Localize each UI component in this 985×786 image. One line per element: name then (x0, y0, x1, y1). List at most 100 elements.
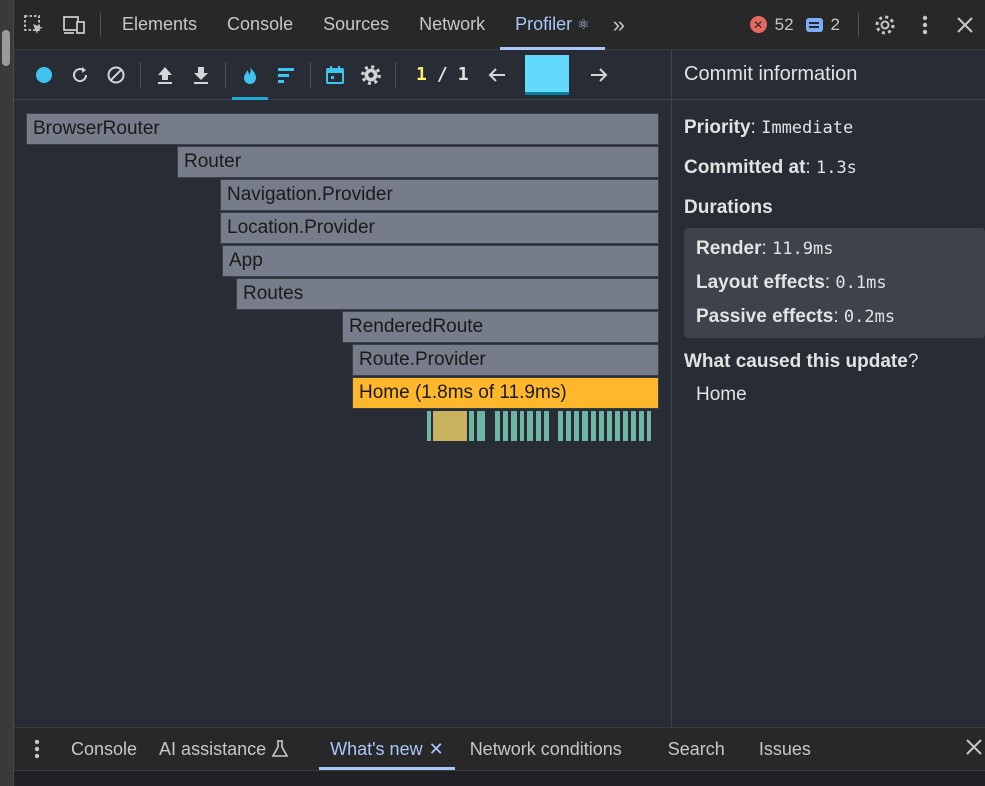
child-strip[interactable] (599, 411, 604, 441)
close-icon (957, 16, 973, 33)
child-strip[interactable] (558, 411, 563, 441)
inspect-element-button[interactable] (14, 0, 54, 50)
commit-bar[interactable] (524, 54, 569, 95)
close-tab-icon[interactable]: ✕ (429, 739, 444, 760)
tab-profiler-label: Profiler (515, 14, 573, 34)
render-value: 11.9ms (772, 239, 834, 259)
devtools-tab-bar: Elements Console Sources Network Profile… (14, 0, 985, 50)
child-strip[interactable] (591, 411, 596, 441)
save-profile-button[interactable] (183, 50, 219, 100)
tab-network[interactable]: Network (404, 0, 500, 50)
child-strip[interactable] (615, 411, 620, 441)
commit-info-title: Commit information (672, 50, 985, 100)
commit-info-panel: Commit information Priority: Immediate C… (672, 50, 985, 727)
flame-node-rendered-route[interactable]: RenderedRoute (342, 311, 659, 343)
device-icon (63, 15, 85, 34)
record-button[interactable] (26, 50, 62, 100)
flame-node-router[interactable]: Router (177, 146, 659, 178)
flame-node-route-provider[interactable]: Route.Provider (352, 344, 659, 376)
gear-icon (361, 64, 381, 85)
ranked-view-button[interactable] (268, 50, 304, 100)
more-tabs-button[interactable]: » (605, 12, 633, 38)
block-icon (107, 66, 125, 83)
kebab-menu-icon (922, 15, 928, 34)
load-profile-button[interactable] (147, 50, 183, 100)
drawer-tab-search[interactable]: Search (657, 728, 736, 770)
update-cause-component[interactable]: Home (672, 384, 985, 406)
child-strip[interactable] (511, 411, 517, 441)
calendar-icon (326, 65, 344, 84)
separator (395, 61, 396, 88)
flame-node-home[interactable]: Home (1.8ms of 11.9ms) (352, 377, 659, 409)
next-commit-button[interactable] (581, 50, 617, 100)
separator (310, 61, 311, 88)
committed-at-label: Committed at (684, 157, 806, 178)
timeline-view-button[interactable] (317, 50, 353, 100)
child-strip[interactable] (647, 411, 651, 441)
tab-profiler[interactable]: Profiler ⚛ (500, 0, 605, 50)
flame-node-app[interactable]: App (222, 245, 659, 277)
child-strip[interactable] (520, 411, 524, 441)
flamegraph-view-button[interactable] (232, 50, 268, 100)
tab-console[interactable]: Console (212, 0, 308, 50)
flame-node-navigation-provider[interactable]: Navigation.Provider (220, 179, 659, 211)
drawer-tab-ai-assistance[interactable]: AI assistance (148, 728, 299, 770)
clear-profile-button[interactable] (98, 50, 134, 100)
record-icon (36, 66, 52, 83)
flame-node-location-provider[interactable]: Location.Provider (220, 212, 659, 244)
more-options-button[interactable] (905, 0, 945, 50)
drawer-tab-issues[interactable]: Issues (748, 728, 822, 770)
separator (100, 12, 101, 37)
device-toolbar-button[interactable] (54, 0, 94, 50)
inspect-icon (24, 14, 43, 34)
child-strip[interactable] (433, 411, 467, 441)
child-strip[interactable] (536, 411, 541, 441)
settings-button[interactable] (865, 0, 905, 50)
commit-selector[interactable] (524, 50, 571, 100)
message-icon (805, 17, 823, 32)
child-strip[interactable] (527, 411, 533, 441)
flame-chart: BrowserRouter Router Navigation.Provider… (14, 101, 671, 727)
message-count-badge[interactable]: 2 (805, 15, 840, 35)
passive-effects-value: 0.2ms (843, 307, 896, 327)
child-strip[interactable] (631, 411, 636, 441)
committed-at-row: Committed at: 1.3s (684, 157, 857, 178)
flame-node-routes[interactable]: Routes (236, 278, 659, 310)
close-devtools-button[interactable] (945, 0, 985, 50)
child-strip[interactable] (477, 411, 485, 441)
resize-grip[interactable] (2, 30, 10, 66)
child-strip[interactable] (566, 411, 571, 441)
drawer-tab-whats-new[interactable]: What's new ✕ (319, 728, 455, 770)
layout-effects-value: 0.1ms (835, 273, 887, 293)
child-strip[interactable] (544, 411, 549, 441)
tab-sources[interactable]: Sources (308, 0, 404, 50)
flame-children-strips (427, 411, 652, 443)
arrow-left-icon (488, 67, 505, 82)
render-label: Render (696, 238, 762, 259)
drawer-tab-bar: Console AI assistance What's new ✕ Netwo… (14, 728, 985, 770)
child-strip[interactable] (623, 411, 628, 441)
tab-elements[interactable]: Elements (107, 0, 212, 50)
passive-effects-label: Passive effects (696, 306, 834, 327)
child-strip[interactable] (639, 411, 644, 441)
profiler-settings-button[interactable] (353, 50, 389, 100)
react-icon: ⚛ (577, 16, 590, 32)
child-strip[interactable] (607, 411, 612, 441)
previous-commit-button[interactable] (479, 50, 515, 100)
child-strip[interactable] (469, 411, 474, 441)
child-strip[interactable] (574, 411, 579, 441)
flame-node-browser-router[interactable]: BrowserRouter (26, 113, 659, 145)
drawer-menu-button[interactable] (14, 739, 60, 759)
child-strip[interactable] (427, 411, 431, 441)
arrow-right-icon (590, 67, 607, 82)
child-strip[interactable] (582, 411, 588, 441)
child-strip[interactable] (495, 411, 500, 441)
priority-value: Immediate (761, 118, 854, 138)
reload-and-profile-button[interactable] (62, 50, 98, 100)
close-drawer-button[interactable] (965, 736, 983, 762)
child-strip[interactable] (503, 411, 508, 441)
update-cause-heading: What caused this update? (684, 351, 919, 372)
error-count-badge[interactable]: ✕ 52 (749, 15, 794, 35)
drawer-tab-network-conditions[interactable]: Network conditions (459, 728, 633, 770)
drawer-tab-console[interactable]: Console (60, 728, 148, 770)
